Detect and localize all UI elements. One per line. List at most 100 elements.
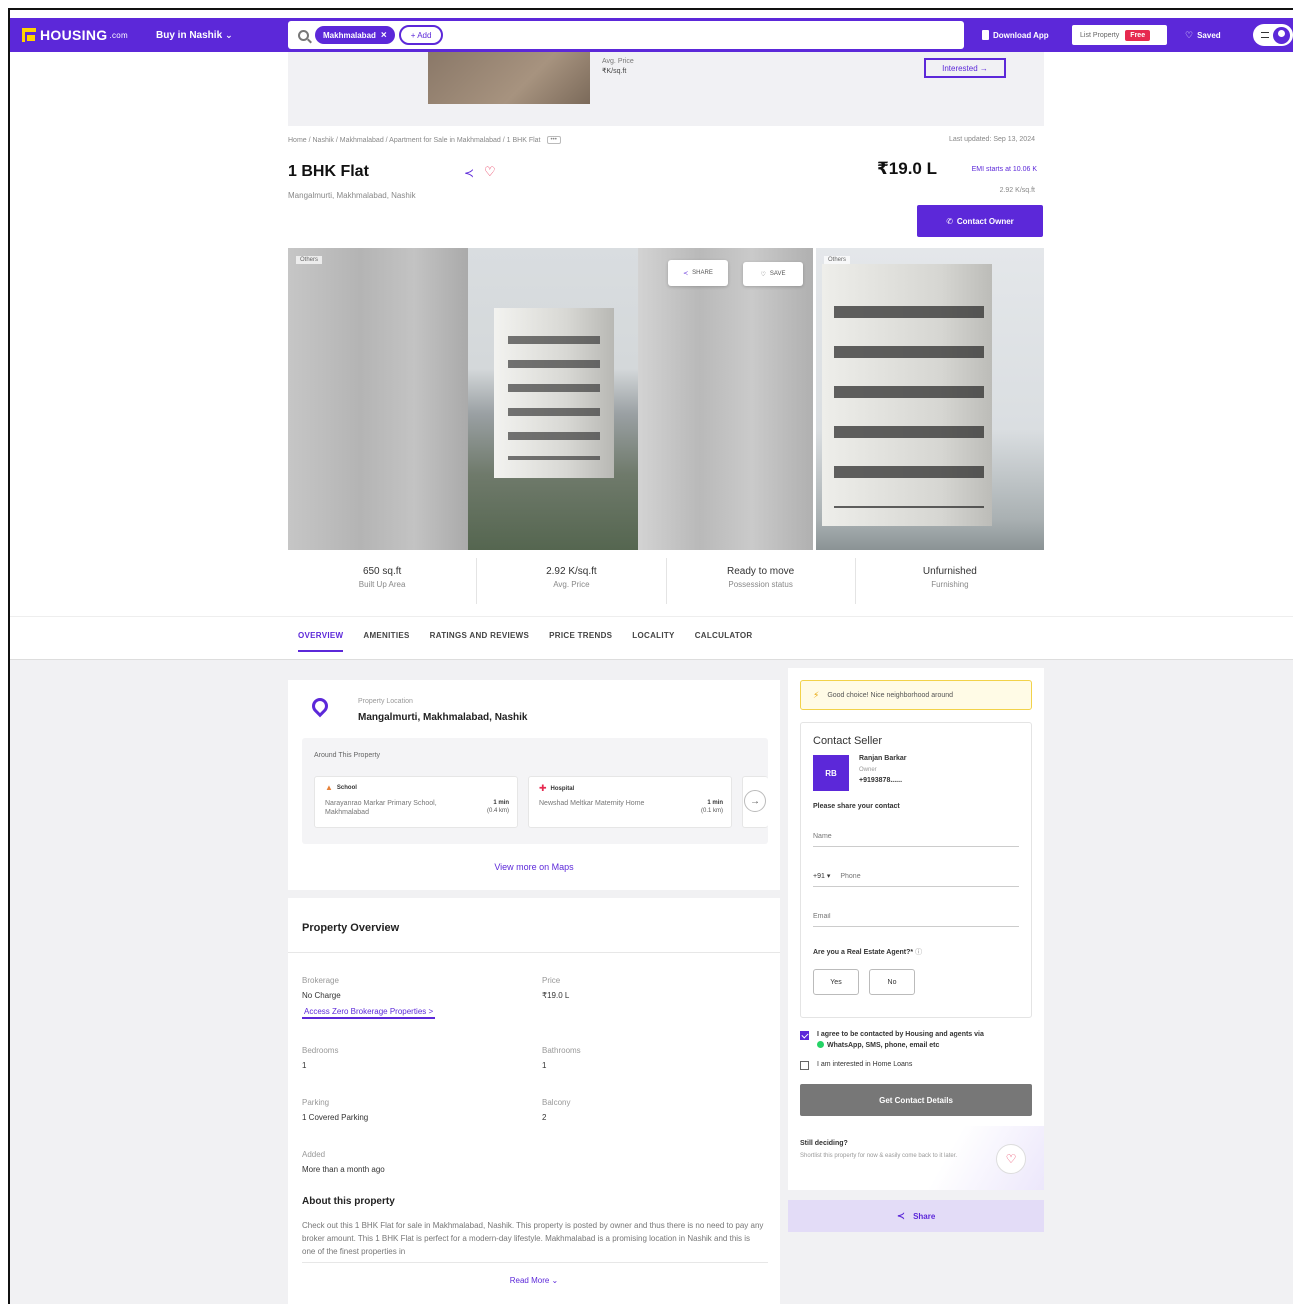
home-loans-label: I am interested in Home Loans bbox=[817, 1061, 913, 1068]
housing-logo[interactable]: HOUSING .com bbox=[22, 27, 128, 43]
buy-in-city-dropdown[interactable]: Buy in Nashik ⌄ bbox=[156, 30, 233, 41]
overview-label: Parking bbox=[302, 1098, 330, 1107]
price-per-sqft: 2.92 K/sq.ft bbox=[999, 187, 1035, 194]
buy-in-label: Buy in Nashik bbox=[156, 29, 223, 41]
poi-distance: 1 min (0.4 km) bbox=[487, 799, 509, 816]
consent-checkbox[interactable] bbox=[800, 1031, 809, 1040]
seller-role: Owner bbox=[859, 767, 877, 773]
poi-type: ✚ Hospital bbox=[539, 783, 574, 794]
stat-possession: Ready to move Possession status bbox=[667, 558, 856, 604]
property-overview-title: Property Overview bbox=[302, 922, 400, 934]
home-loans-checkbox[interactable] bbox=[800, 1061, 809, 1070]
details-section: Property Location Mangalmurti, Makhmalab… bbox=[10, 660, 1293, 1304]
around-property-title: Around This Property bbox=[314, 752, 381, 759]
overview-label: Brokerage bbox=[302, 976, 339, 985]
read-more-link[interactable]: Read More ⌄ bbox=[288, 1276, 780, 1285]
gallery-save-button[interactable]: ♡ SAVE bbox=[743, 262, 803, 286]
poi-type-label: Hospital bbox=[550, 785, 575, 792]
gallery-photo-4[interactable] bbox=[816, 248, 1044, 550]
property-location-label: Property Location bbox=[358, 698, 413, 705]
gallery-share-button[interactable]: ≺ SHARE bbox=[668, 260, 728, 286]
search-bar[interactable]: Makhmalabad × + Add bbox=[288, 21, 964, 49]
related-property-image[interactable] bbox=[428, 52, 590, 104]
overview-value: 1 bbox=[302, 1061, 307, 1070]
seller-name: Ranjan Barkar bbox=[859, 755, 907, 762]
stat-value: Unfurnished bbox=[922, 566, 977, 577]
locality-chip[interactable]: Makhmalabad × bbox=[315, 26, 395, 44]
related-property-strip: Avg. Price ₹K/sq.ft Interested → bbox=[288, 52, 1044, 126]
country-code-select[interactable]: +91 ▾ bbox=[813, 872, 830, 880]
about-property-text: Check out this 1 BHK Flat for sale in Ma… bbox=[302, 1221, 764, 1256]
key-stats: 650 sq.ft Built Up Area 2.92 K/sq.ft Avg… bbox=[288, 558, 1044, 604]
add-locality-button[interactable]: + Add bbox=[398, 25, 444, 45]
phone-field[interactable]: +91 ▾ bbox=[813, 859, 1019, 887]
locality-chip-label: Makhmalabad bbox=[323, 30, 376, 40]
tab-amenities[interactable]: AMENITIES bbox=[363, 631, 409, 652]
breadcrumb-more-button[interactable]: ••• bbox=[546, 136, 561, 144]
phone-input[interactable] bbox=[840, 873, 1019, 880]
overview-value: ₹19.0 L bbox=[542, 991, 570, 1000]
gallery-photo-1[interactable] bbox=[288, 248, 468, 550]
tab-price-trends[interactable]: PRICE TRENDS bbox=[549, 631, 612, 652]
tab-calculator[interactable]: CALCULATOR bbox=[695, 631, 753, 652]
page-title: 1 BHK Flat bbox=[288, 163, 369, 180]
gallery-photo-3[interactable] bbox=[638, 248, 813, 550]
overview-bedrooms: Bedrooms 1 bbox=[302, 1046, 338, 1070]
poi-card[interactable]: ✚ Hospital Newshad Meltkar Maternity Hom… bbox=[528, 776, 732, 828]
home-loans-checkbox-row[interactable]: I am interested in Home Loans bbox=[800, 1060, 912, 1071]
heart-icon[interactable]: ♡ bbox=[484, 164, 496, 180]
tab-locality[interactable]: LOCALITY bbox=[632, 631, 674, 652]
zero-brokerage-link[interactable]: Access Zero Brokerage Properties > bbox=[302, 1007, 436, 1019]
overview-parking: Parking 1 Covered Parking bbox=[302, 1098, 368, 1122]
heart-icon: ♡ bbox=[760, 271, 766, 278]
poi-card[interactable]: ▲ School Narayanrao Markar Primary Schoo… bbox=[314, 776, 518, 828]
building-image bbox=[494, 308, 614, 478]
consent-checkbox-row[interactable]: I agree to be contacted by Housing and a… bbox=[800, 1030, 984, 1051]
emi-link[interactable]: EMI starts at 10.06 K bbox=[972, 166, 1037, 173]
consent-text: I agree to be contacted by Housing and a… bbox=[817, 1030, 984, 1051]
saved-label: Saved bbox=[1197, 30, 1221, 40]
list-property-label: List Property bbox=[1080, 31, 1120, 39]
avg-price-label: Avg. Price bbox=[602, 58, 634, 65]
good-choice-text: Good choice! Nice neighborhood around bbox=[827, 691, 954, 699]
property-location-address: Mangalmurti, Makhmalabad, Nashik bbox=[358, 712, 528, 723]
overview-label: Balcony bbox=[542, 1098, 571, 1107]
info-icon[interactable]: ⓘ bbox=[915, 949, 922, 956]
get-contact-details-button[interactable]: Get Contact Details bbox=[800, 1084, 1032, 1116]
contact-owner-button[interactable]: ✆ Contact Owner bbox=[917, 205, 1043, 237]
tab-ratings-and-reviews[interactable]: RATINGS AND REVIEWS bbox=[430, 631, 529, 652]
name-field[interactable] bbox=[813, 819, 1019, 847]
location-pin-icon bbox=[308, 694, 332, 718]
interested-button[interactable]: Interested → bbox=[924, 58, 1006, 78]
overview-value: 1 Covered Parking bbox=[302, 1113, 369, 1122]
still-deciding-box: Still deciding? Shortlist this property … bbox=[788, 1126, 1044, 1190]
list-property-button[interactable]: List Property Free bbox=[1072, 25, 1167, 45]
email-field[interactable] bbox=[813, 899, 1019, 927]
name-input[interactable] bbox=[813, 833, 1019, 840]
property-location-card: Property Location Mangalmurti, Makhmalab… bbox=[288, 680, 780, 890]
poi-time: 1 min bbox=[493, 800, 509, 806]
download-app-label: Download App bbox=[993, 30, 1049, 40]
breadcrumb-text[interactable]: Home / Nashik / Makhmalabad / Apartment … bbox=[288, 137, 541, 144]
shortlist-heart-button[interactable]: ♡ bbox=[996, 1144, 1026, 1174]
poi-name: Narayanrao Markar Primary School, Makhma… bbox=[325, 800, 437, 817]
saved-link[interactable]: ♡ Saved bbox=[1185, 30, 1221, 41]
email-input[interactable] bbox=[813, 913, 1019, 920]
profile-menu[interactable] bbox=[1253, 24, 1293, 46]
stat-label: Avg. Price bbox=[553, 580, 590, 589]
share-button[interactable]: ≺ Share bbox=[788, 1200, 1044, 1232]
download-app-link[interactable]: Download App bbox=[982, 30, 1049, 40]
share-contact-prompt: Please share your contact bbox=[813, 803, 900, 810]
view-more-on-maps-link[interactable]: View more on Maps bbox=[288, 862, 780, 872]
share-icon[interactable]: ≺ bbox=[464, 166, 474, 180]
close-icon[interactable]: × bbox=[381, 30, 387, 41]
agent-yes-button[interactable]: Yes bbox=[813, 969, 859, 995]
agent-no-button[interactable]: No bbox=[869, 969, 915, 995]
poi-distance: 1 min (0.1 km) bbox=[701, 799, 723, 816]
tab-overview[interactable]: OVERVIEW bbox=[298, 631, 344, 652]
photo-category-tag: Others bbox=[824, 256, 851, 264]
browser-viewport: HOUSING .com Buy in Nashik ⌄ Makhmalabad… bbox=[8, 8, 1293, 1304]
next-arrow-button[interactable]: → bbox=[744, 790, 766, 812]
hospital-icon: ✚ bbox=[539, 783, 547, 793]
gallery-photo-2[interactable] bbox=[468, 248, 638, 550]
